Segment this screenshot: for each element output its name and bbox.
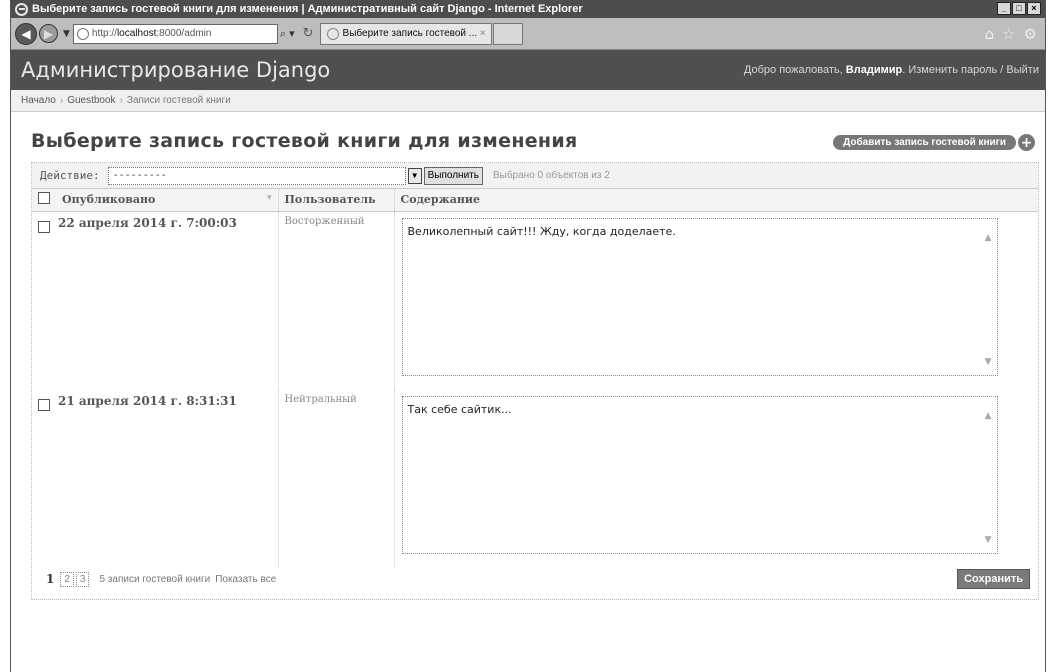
window-title: Выберите запись гостевой книги для измен… [32, 3, 583, 15]
tab-title: Выберите запись гостевой ... [342, 28, 478, 39]
add-entry-label: Добавить запись гостевой книги [833, 135, 1016, 150]
content-text: Великолепный сайт!!! Жду, когда доделает… [407, 224, 676, 238]
user-tools: Добро пожаловать, Владимир. Изменить пар… [743, 64, 1039, 76]
page-icon [76, 27, 89, 40]
row-date[interactable]: 21 апреля 2014 г. 8:31:31 [56, 389, 279, 568]
breadcrumb-app[interactable]: Guestbook [67, 95, 115, 106]
row-checkbox-cell [32, 211, 56, 390]
home-icon[interactable]: ⌂ [985, 25, 995, 43]
scroll-up-icon[interactable]: ▲ [985, 411, 992, 421]
row-user: Нейтральный [278, 389, 395, 568]
address-dropdown-icon[interactable]: ▾ [289, 27, 295, 40]
page-link-3[interactable]: 3 [75, 571, 90, 587]
favorites-star-icon[interactable]: ☆ [1002, 25, 1015, 43]
content-textarea[interactable]: Великолепный сайт!!! Жду, когда доделает… [401, 217, 998, 376]
logout-link[interactable]: Выйти [1006, 64, 1039, 76]
site-brand: Администрирование Django [21, 58, 331, 82]
browser-navbar: ◀ ▶ ▼ http://localhost:8000/admin ⌕ ▾ ↻ … [11, 18, 1045, 50]
row-user: Восторженный [278, 211, 395, 390]
breadcrumb: Начало › Guestbook › Записи гостевой кни… [11, 90, 1045, 112]
row-content-cell: Так себе сайтик... ▲ ▼ [394, 390, 1038, 568]
address-host: localhost [116, 28, 157, 39]
page-title: Выберите запись гостевой книги для измен… [31, 130, 578, 152]
tab-favicon-icon [326, 27, 339, 40]
column-header-user[interactable]: Пользователь [278, 189, 395, 212]
maximize-button[interactable]: □ [1012, 2, 1026, 15]
sort-icon[interactable]: ▾ [267, 193, 272, 203]
window-controls: _ □ × [997, 2, 1041, 15]
breadcrumb-current: Записи гостевой книги [126, 95, 231, 106]
scroll-down-icon[interactable]: ▼ [985, 357, 992, 367]
title-bar: Выберите запись гостевой книги для измен… [11, 0, 1045, 18]
content-textarea[interactable]: Так себе сайтик... ▲ ▼ [401, 395, 998, 554]
row-checkbox-cell [32, 390, 56, 568]
current-page: 1 [46, 572, 55, 586]
tab-close-icon[interactable]: × [480, 28, 486, 39]
breadcrumb-separator: › [59, 95, 64, 106]
actions-bar: Действие: --------- ▼ Выполнить Выбрано … [32, 163, 1038, 189]
paginator: 1 2 3 5 записи гостевой книги Показать в… [32, 559, 1038, 599]
address-prefix: http:// [91, 28, 117, 39]
new-tab-button[interactable] [492, 22, 523, 45]
address-bar[interactable]: http://localhost:8000/admin [72, 23, 278, 44]
show-all-link[interactable]: Показать все [215, 574, 276, 585]
action-label: Действие: [40, 169, 100, 182]
plus-icon: + [1018, 134, 1035, 151]
row-checkbox[interactable] [38, 398, 50, 411]
select-all-cell [32, 189, 56, 212]
add-entry-button[interactable]: Добавить запись гостевой книги + [833, 134, 1035, 151]
refresh-icon[interactable]: ↻ [303, 26, 314, 41]
address-tools: ⌕ ▾ [280, 27, 295, 41]
row-checkbox[interactable] [38, 220, 50, 233]
select-all-checkbox[interactable] [38, 192, 50, 205]
row-date[interactable]: 22 апреля 2014 г. 7:00:03 [56, 211, 279, 390]
table-row: 21 апреля 2014 г. 8:31:31 Нейтральный Та… [32, 389, 1038, 568]
forward-button[interactable]: ▶ [39, 24, 58, 43]
browser-window: Выберите запись гостевой книги для измен… [10, 0, 1046, 672]
gear-icon[interactable]: ⚙ [1024, 25, 1037, 43]
row-content-cell: Великолепный сайт!!! Жду, когда доделает… [394, 211, 1038, 390]
content-text: Так себе сайтик... [407, 402, 512, 416]
ie-logo-icon [15, 2, 28, 16]
run-action-button[interactable]: Выполнить [423, 166, 483, 185]
address-rest: :8000/admin [156, 28, 212, 39]
change-password-link[interactable]: Изменить пароль [908, 64, 997, 76]
table-row: 22 апреля 2014 г. 7:00:03 Восторженный В… [32, 211, 1038, 390]
breadcrumb-home[interactable]: Начало [21, 95, 56, 106]
search-icon[interactable]: ⌕ [280, 27, 286, 41]
page-link-2[interactable]: 2 [60, 571, 74, 587]
action-counter: Выбрано 0 объектов из 2 [492, 170, 610, 181]
changelist: Действие: --------- ▼ Выполнить Выбрано … [31, 162, 1039, 600]
scroll-up-icon[interactable]: ▲ [985, 233, 992, 243]
result-table: Опубликовано ▾ Пользователь Содержание 22… [32, 189, 1038, 568]
column-header-content[interactable]: Содержание [394, 189, 1038, 212]
username: Владимир [845, 64, 903, 76]
browser-right-icons: ⌂ ☆ ⚙ [985, 25, 1037, 43]
history-dropdown-icon[interactable]: ▼ [63, 29, 70, 39]
column-header-published[interactable]: Опубликовано ▾ [56, 189, 279, 212]
table-header-row: Опубликовано ▾ Пользователь Содержание [32, 189, 1038, 212]
close-button[interactable]: × [1027, 2, 1041, 15]
browser-tab[interactable]: Выберите запись гостевой ... × [319, 22, 492, 45]
action-select[interactable]: --------- [107, 166, 406, 185]
scroll-down-icon[interactable]: ▼ [985, 535, 992, 545]
django-header: Администрирование Django Добро пожаловат… [11, 50, 1045, 90]
breadcrumb-separator: › [119, 95, 123, 106]
minimize-button[interactable]: _ [997, 2, 1011, 15]
welcome-text: Добро пожаловать, [743, 64, 843, 76]
save-button[interactable]: Сохранить [957, 569, 1030, 589]
back-button[interactable]: ◀ [15, 22, 37, 45]
chevron-down-icon[interactable]: ▼ [407, 167, 422, 184]
result-count: 5 записи гостевой книги [99, 573, 211, 585]
